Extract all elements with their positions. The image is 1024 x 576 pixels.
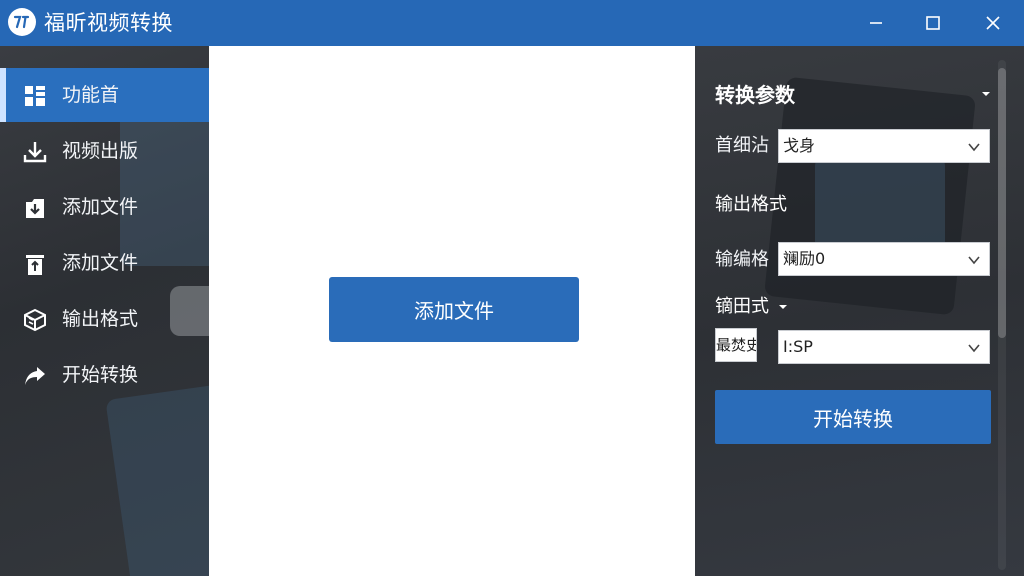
maximize-icon	[926, 16, 940, 30]
download-icon	[22, 139, 48, 165]
select-value: I:SP	[783, 337, 813, 356]
app-window: 福昕视频转换 功能首 视频出版 添加文件 添加文件 输出格式 开始转换 添加文件…	[0, 0, 1024, 576]
sidebar-item-output-format[interactable]: 输出格式	[0, 292, 209, 346]
first-setting-select[interactable]: 戈身	[778, 129, 990, 163]
caret-down-icon	[778, 305, 787, 309]
section-heading-mode[interactable]: 镝田式	[715, 295, 788, 319]
minimize-icon	[870, 22, 882, 24]
maximize-button[interactable]	[903, 0, 963, 46]
close-icon	[986, 16, 1000, 30]
field-label: 输编格	[715, 249, 769, 270]
scrollbar-thumb[interactable]	[998, 68, 1006, 338]
cube-icon	[22, 307, 48, 333]
sidebar: 功能首 视频出版 添加文件 添加文件 输出格式 开始转换	[0, 46, 209, 576]
section-heading-label: 镝田式	[715, 296, 769, 317]
panel-collapse-toggle[interactable]	[978, 86, 994, 102]
field-label: 首细沾	[715, 135, 769, 156]
panel-scrollbar[interactable]	[998, 60, 1006, 570]
output-encoding-select[interactable]: 斓励0	[778, 242, 990, 276]
share-arrow-icon	[22, 363, 48, 389]
select-value: 斓励0	[783, 249, 826, 268]
third-setting-select[interactable]: I:SP	[778, 330, 990, 364]
grid-icon	[22, 83, 48, 109]
trash-icon	[22, 251, 48, 277]
app-title: 福昕视频转换	[44, 11, 173, 35]
close-button[interactable]	[963, 0, 1023, 46]
minimize-button[interactable]	[846, 0, 906, 46]
sidebar-item-label: 开始转换	[62, 364, 139, 386]
sidebar-item-start-convert[interactable]: 开始转换	[0, 348, 209, 402]
sidebar-item-label: 功能首	[62, 84, 120, 106]
panel-title: 转换参数	[715, 83, 795, 107]
section-heading-output-format: 输出格式	[715, 194, 787, 215]
start-convert-button[interactable]: 开始转换	[715, 390, 991, 444]
app-logo-icon	[8, 8, 36, 36]
sidebar-item-label: 添加文件	[62, 252, 139, 274]
background-decoration	[105, 383, 209, 576]
title-bar[interactable]: 福昕视频转换	[0, 0, 1024, 46]
select-value: 戈身	[783, 136, 816, 155]
chevron-down-icon	[968, 256, 980, 265]
background-decoration	[815, 156, 945, 256]
chevron-down-icon	[968, 143, 980, 152]
sidebar-item-add-file-2[interactable]: 添加文件	[0, 236, 209, 290]
chevron-down-icon	[968, 344, 980, 353]
sidebar-item-add-file[interactable]: 添加文件	[0, 180, 209, 234]
conversion-settings-panel: 转换参数 首细沾 戈身 输出格式 输编格 斓励0 镝田式 最焚史 I:SP 开始…	[695, 46, 1024, 576]
file-import-icon	[22, 195, 48, 221]
sidebar-item-home[interactable]: 功能首	[0, 68, 209, 122]
main-content-area[interactable]: 添加文件	[209, 46, 695, 576]
sidebar-item-label: 输出格式	[62, 308, 139, 330]
sidebar-item-label: 添加文件	[62, 196, 139, 218]
sidebar-item-label: 视频出版	[62, 140, 139, 162]
add-file-button[interactable]: 添加文件	[329, 277, 579, 342]
mini-setting-box[interactable]: 最焚史	[715, 328, 757, 362]
sidebar-item-video-output[interactable]: 视频出版	[0, 124, 209, 178]
caret-down-icon	[982, 92, 990, 96]
